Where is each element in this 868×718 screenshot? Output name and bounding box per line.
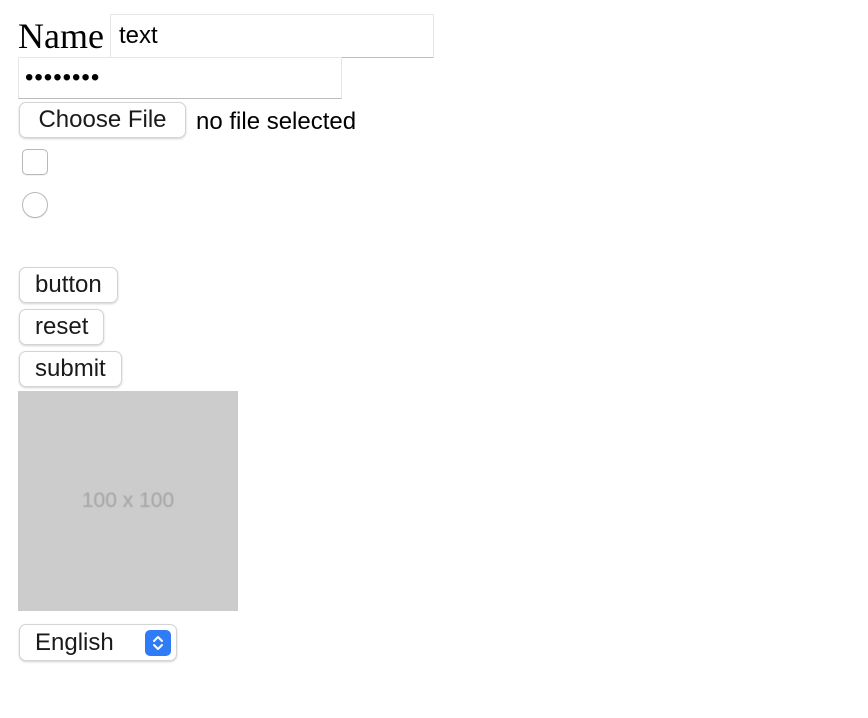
submit-button[interactable]: submit <box>19 351 122 387</box>
select-arrows-icon <box>145 629 171 656</box>
reset-button[interactable]: reset <box>19 309 105 345</box>
password-input[interactable]: •••••••• <box>18 57 342 99</box>
name-input[interactable] <box>110 14 434 58</box>
select-value: English <box>35 628 114 656</box>
choose-file-button[interactable]: Choose File <box>19 102 186 138</box>
file-status-text: no file selected <box>196 108 357 135</box>
checkbox[interactable] <box>22 149 48 175</box>
name-label: Name <box>18 16 104 56</box>
button-button[interactable]: button <box>19 267 118 303</box>
radio-button[interactable] <box>22 192 48 218</box>
language-select[interactable]: English <box>19 624 177 661</box>
image-placeholder: 100 x 100 <box>18 391 238 611</box>
image-placeholder-caption: 100 x 100 <box>81 489 175 512</box>
